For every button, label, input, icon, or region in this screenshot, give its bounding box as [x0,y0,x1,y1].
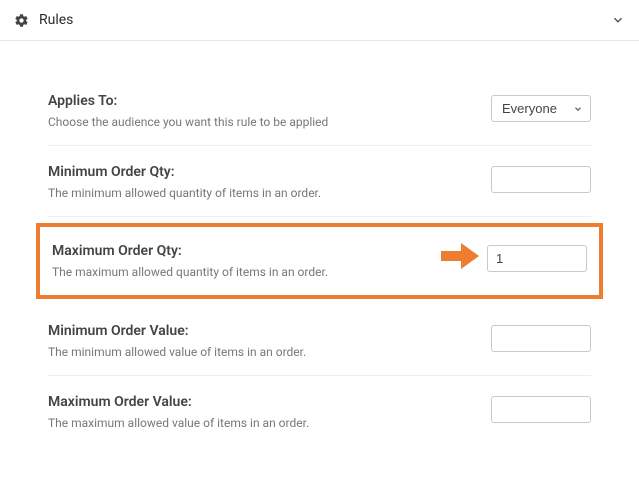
help-max-qty: The maximum allowed quantity of items in… [52,265,467,279]
rules-content: Applies To: Choose the audience you want… [0,41,639,456]
help-applies-to: Choose the audience you want this rule t… [48,115,471,129]
label-min-value: Minimum Order Value: [48,323,471,339]
section-title: Rules [39,12,73,28]
label-applies-to: Applies To: [48,93,471,109]
row-applies-to: Applies To: Choose the audience you want… [48,81,591,146]
row-max-value: Maximum Order Value: The maximum allowed… [48,376,591,446]
select-applies-to[interactable]: Everyone [491,95,591,122]
label-max-qty: Maximum Order Qty: [52,243,467,259]
input-max-value[interactable] [491,396,591,423]
row-min-qty: Minimum Order Qty: The minimum allowed q… [48,146,591,217]
chevron-down-icon[interactable] [611,13,625,27]
section-header[interactable]: Rules [0,0,639,41]
label-min-qty: Minimum Order Qty: [48,164,471,180]
row-max-qty: Maximum Order Qty: The maximum allowed q… [52,239,587,281]
help-min-value: The minimum allowed value of items in an… [48,345,471,359]
label-max-value: Maximum Order Value: [48,394,471,410]
row-min-value: Minimum Order Value: The minimum allowed… [48,305,591,376]
help-max-value: The maximum allowed value of items in an… [48,416,471,430]
input-min-qty[interactable] [491,166,591,193]
input-max-qty[interactable] [487,245,587,272]
input-min-value[interactable] [491,325,591,352]
gear-icon [14,13,29,28]
help-min-qty: The minimum allowed quantity of items in… [48,186,471,200]
arrow-right-icon [441,243,479,273]
highlight-max-qty: Maximum Order Qty: The maximum allowed q… [36,223,603,299]
